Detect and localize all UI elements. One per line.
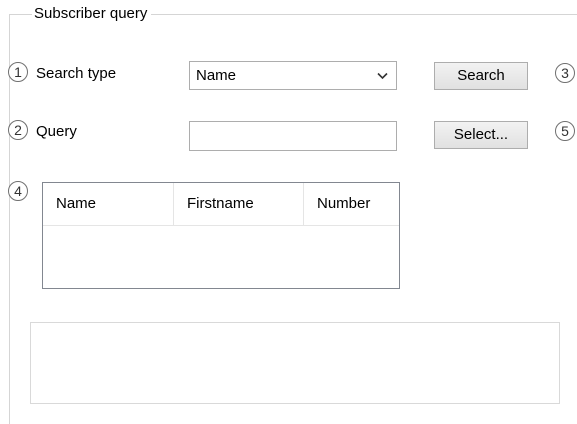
search-type-label: Search type bbox=[36, 65, 117, 82]
group-title: Subscriber query bbox=[32, 5, 152, 23]
query-input[interactable] bbox=[189, 121, 397, 151]
column-header-name[interactable]: Name bbox=[43, 183, 174, 225]
results-table[interactable]: Name Firstname Number bbox=[42, 182, 400, 289]
callout-badge-1: 1 bbox=[8, 62, 28, 82]
search-button[interactable]: Search bbox=[434, 62, 528, 90]
select-button[interactable]: Select... bbox=[434, 121, 528, 149]
table-header: Name Firstname Number bbox=[43, 183, 399, 226]
callout-badge-2: 2 bbox=[8, 120, 28, 140]
search-type-value: Name bbox=[196, 67, 237, 84]
callout-badge-3: 3 bbox=[555, 63, 575, 83]
query-label: Query bbox=[36, 123, 77, 140]
chevron-down-icon bbox=[377, 72, 388, 80]
column-header-firstname[interactable]: Firstname bbox=[174, 183, 304, 225]
details-panel bbox=[30, 322, 560, 404]
search-type-dropdown[interactable]: Name bbox=[189, 61, 397, 90]
callout-badge-4: 4 bbox=[8, 181, 28, 201]
column-header-number[interactable]: Number bbox=[304, 183, 399, 225]
callout-badge-5: 5 bbox=[555, 121, 575, 141]
